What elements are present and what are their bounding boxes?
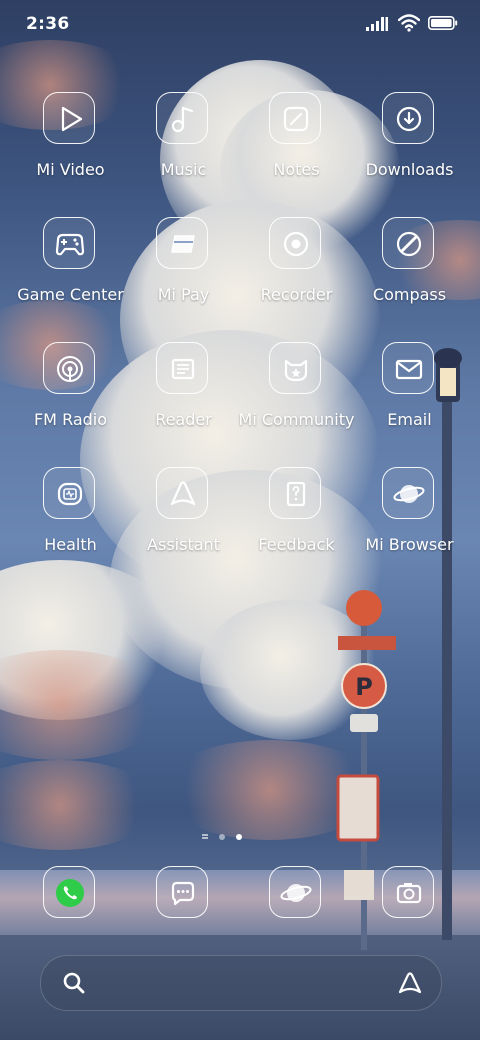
app-reader[interactable]: Reader xyxy=(127,342,240,452)
radio-icon xyxy=(43,342,95,394)
status-bar: 2:36 xyxy=(0,0,480,50)
app-downloads[interactable]: Downloads xyxy=(353,92,466,202)
download-icon xyxy=(382,92,434,144)
card-icon xyxy=(156,217,208,269)
app-feedback[interactable]: Feedback xyxy=(240,467,353,577)
app-label: Downloads xyxy=(365,160,454,179)
envelope-icon xyxy=(382,342,434,394)
dock-browser[interactable] xyxy=(240,866,353,926)
compass-icon xyxy=(382,217,434,269)
play-icon xyxy=(43,92,95,144)
app-label: Game Center xyxy=(17,285,124,304)
app-mi-pay[interactable]: Mi Pay xyxy=(127,217,240,327)
search-icon[interactable] xyxy=(61,970,87,996)
app-label: Recorder xyxy=(260,285,333,304)
book-icon xyxy=(156,342,208,394)
pencil-icon xyxy=(269,92,321,144)
app-compass[interactable]: Compass xyxy=(353,217,466,327)
app-label: Assistant xyxy=(147,535,220,554)
page-indicator xyxy=(0,831,480,843)
assistant-icon xyxy=(156,467,208,519)
app-label: Mi Pay xyxy=(157,285,210,304)
app-email[interactable]: Email xyxy=(353,342,466,452)
app-label: Mi Community xyxy=(238,410,355,429)
app-label: Music xyxy=(160,160,207,179)
app-recorder[interactable]: Recorder xyxy=(240,217,353,327)
app-fm-radio[interactable]: FM Radio xyxy=(14,342,127,452)
wifi-icon xyxy=(398,14,420,32)
app-label: FM Radio xyxy=(33,410,108,429)
dock-camera[interactable] xyxy=(353,866,466,926)
music-note-icon xyxy=(156,92,208,144)
app-mi-browser[interactable]: Mi Browser xyxy=(353,467,466,577)
page-list-icon[interactable] xyxy=(202,834,208,836)
app-label: Health xyxy=(44,535,97,554)
signal-icon xyxy=(366,17,388,31)
app-mi-video[interactable]: Mi Video xyxy=(14,92,127,202)
battery-icon xyxy=(428,16,458,30)
app-health[interactable]: Health xyxy=(14,467,127,577)
planet-icon xyxy=(382,467,434,519)
app-mi-community[interactable]: Mi Community xyxy=(239,342,354,452)
planet-icon xyxy=(269,866,321,918)
dock xyxy=(0,866,480,926)
app-assistant[interactable]: Assistant xyxy=(127,467,240,577)
app-label: Reader xyxy=(155,410,212,429)
app-notes[interactable]: Notes xyxy=(240,92,353,202)
health-icon xyxy=(43,467,95,519)
app-label: Feedback xyxy=(258,535,335,554)
svg-text:P: P xyxy=(355,673,373,701)
camera-icon xyxy=(382,866,434,918)
feedback-icon xyxy=(269,467,321,519)
app-music[interactable]: Music xyxy=(127,92,240,202)
assistant-icon[interactable] xyxy=(397,970,423,996)
chat-icon xyxy=(156,866,208,918)
gamepad-icon xyxy=(43,217,95,269)
app-label: Email xyxy=(387,410,432,429)
app-game-center[interactable]: Game Center xyxy=(14,217,127,327)
dock-phone[interactable] xyxy=(14,866,127,926)
page-dot-active[interactable] xyxy=(236,834,242,840)
community-icon xyxy=(269,342,321,394)
app-label: Notes xyxy=(273,160,320,179)
search-bar[interactable] xyxy=(40,955,442,1011)
app-label: Compass xyxy=(372,285,447,304)
dock-messages[interactable] xyxy=(127,866,240,926)
record-icon xyxy=(269,217,321,269)
app-label: Mi Video xyxy=(36,160,105,179)
clock: 2:36 xyxy=(26,14,70,34)
page-dot[interactable] xyxy=(219,834,225,840)
phone-icon xyxy=(43,866,95,918)
app-label: Mi Browser xyxy=(365,535,454,554)
